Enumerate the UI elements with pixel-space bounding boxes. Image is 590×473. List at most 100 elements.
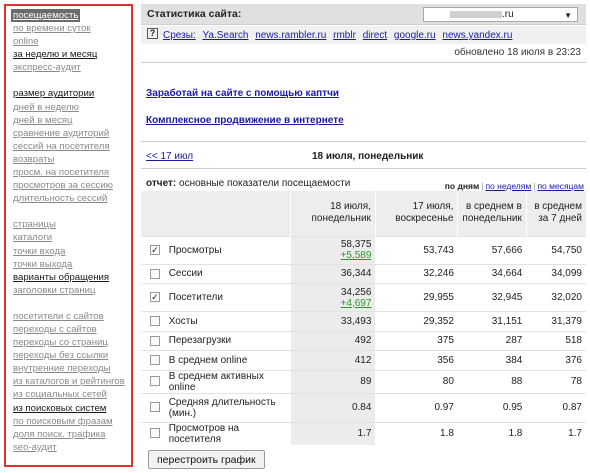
sidebar-item[interactable]: переходы со страниц [13, 336, 131, 349]
slice-link[interactable]: news.yandex.ru [442, 30, 512, 41]
sidebar-item[interactable]: из каталогов и рейтингов [13, 375, 131, 388]
row-checkbox[interactable] [149, 316, 160, 327]
row-checkbox[interactable] [149, 355, 160, 366]
sidebar-item[interactable]: точки входа [13, 245, 131, 258]
slice-link[interactable]: Ya.Search [202, 30, 248, 41]
sidebar-item[interactable]: просм. на посетителя [13, 166, 131, 179]
value-text: 88 [511, 376, 523, 387]
row-checkbox-cell: ✓ [141, 283, 165, 312]
help-icon[interactable]: ? [147, 28, 158, 39]
value-text: 54,750 [551, 244, 582, 256]
value-text: 0.84 [351, 402, 372, 413]
delta-link[interactable]: +5,589 [295, 250, 372, 261]
sidebar-item[interactable]: по поисковым фразам [13, 415, 131, 428]
sidebar-item[interactable]: из социальных сетей [13, 388, 131, 401]
sidebar-item[interactable]: посещаемость [11, 9, 81, 23]
sidebar-item[interactable]: за неделю и месяц [13, 48, 131, 61]
slices-bar: ? Срезы: Ya.Search news.rambler.ru rmblr… [141, 26, 586, 44]
report-label: отчет: [146, 178, 177, 189]
metric-name: Просмотры [164, 235, 291, 264]
value-text: 33,493 [340, 315, 372, 327]
metric-value: 287 [457, 330, 527, 351]
slices-list: Срезы: Ya.Search news.rambler.ru rmblr d… [163, 30, 516, 41]
value-text: 1.7 [357, 428, 372, 439]
sidebar-item[interactable]: страницы [13, 218, 131, 231]
metric-value: 36,344 [290, 263, 376, 284]
sidebar-item[interactable]: экспресс-аудит [13, 61, 131, 74]
chevron-down-icon[interactable]: ▼ [564, 9, 572, 22]
value-text: 29,955 [423, 292, 454, 303]
value-text: 31,379 [551, 315, 582, 327]
sidebar-item[interactable]: доля поиск. трафика [13, 428, 131, 441]
sidebar-item[interactable]: seo-аудит [13, 441, 131, 454]
sidebar-item[interactable]: сравнение аудиторий [13, 127, 131, 140]
metric-value: 1.8 [457, 421, 527, 445]
metric-name: Сессии [164, 263, 291, 284]
row-checkbox[interactable]: ✓ [149, 292, 160, 303]
row-checkbox-cell [141, 350, 165, 370]
sidebar-item[interactable]: из поисковых систем [13, 402, 131, 415]
sidebar-item[interactable]: варианты обращения [13, 271, 131, 284]
sidebar-item[interactable]: просмотров за сессию [13, 179, 131, 192]
table-row: В среднем online 412 356 384 376 [141, 350, 586, 370]
row-checkbox[interactable] [149, 268, 160, 279]
slice-link[interactable]: google.ru [394, 30, 436, 41]
metric-value: 492 [290, 330, 376, 351]
promo-link-captcha[interactable]: Заработай на сайте с помощью каптчи [146, 88, 339, 99]
sidebar-item[interactable]: внутренние переходы [13, 362, 131, 375]
slices-label[interactable]: Срезы: [163, 30, 196, 41]
sidebar-item[interactable]: дней в месяц [13, 114, 131, 127]
metric-value: 0.97 [375, 392, 458, 422]
value-text: 356 [437, 354, 454, 366]
sidebar-item[interactable]: размер аудитории [13, 87, 131, 100]
table-row: Перезагрузки 492 375 287 518 [141, 330, 586, 351]
table-row: Средняя длительность (мин.) 0.84 0.97 0.95 0… [141, 392, 586, 422]
row-checkbox[interactable] [149, 376, 160, 387]
row-checkbox[interactable] [149, 335, 160, 346]
sidebar-item[interactable]: посетители с сайтов [13, 310, 131, 323]
sidebar-item[interactable]: online [13, 35, 131, 48]
sidebar-item[interactable]: каталоги [13, 231, 131, 244]
row-checkbox[interactable]: ✓ [149, 244, 160, 255]
slice-link[interactable]: rmblr [333, 30, 356, 41]
sidebar-item[interactable]: сессий на посетителя [13, 140, 131, 153]
slice-link[interactable]: direct [363, 30, 387, 41]
metric-value: 0.87 [526, 392, 586, 422]
value-text: 518 [565, 335, 582, 347]
stats-table: 18 июля, понедельник 17 июля, воскресень… [141, 191, 586, 445]
prev-day-link[interactable]: << 17 июл [146, 151, 193, 162]
value-text: 57,666 [491, 244, 523, 256]
sidebar-item[interactable]: переходы без ссылки [13, 349, 131, 362]
value-text: 53,743 [423, 244, 454, 256]
row-checkbox-cell [141, 330, 165, 351]
row-checkbox-cell [141, 263, 165, 284]
row-checkbox[interactable] [149, 402, 160, 413]
sidebar-item[interactable]: возвраты [13, 153, 131, 166]
rebuild-chart-button[interactable]: перестроить график [148, 450, 265, 469]
table-row: ✓ Просмотры 58,375 +5,589 53,743 57,666 54,750 [141, 235, 586, 264]
divider [141, 141, 586, 142]
sidebar-item[interactable]: точки выхода [13, 258, 131, 271]
sidebar-item[interactable]: по времени суток [13, 22, 131, 35]
table-header-col: в среднем за 7 дней [525, 191, 586, 236]
metric-name: Хосты [164, 311, 291, 331]
period-months[interactable]: по месяцам [537, 181, 584, 191]
promo-link-promotion[interactable]: Комплексное продвижение в интернете [146, 115, 344, 126]
sidebar-item[interactable]: заголовки страниц [13, 284, 131, 297]
metric-value: 412 [290, 350, 376, 370]
site-select[interactable]: .ru ▼ [423, 7, 578, 22]
metric-value: 54,750 [526, 235, 586, 264]
sidebar-item[interactable]: переходы с сайтов [13, 323, 131, 336]
row-checkbox[interactable] [149, 428, 160, 439]
divider [141, 168, 586, 169]
value-text: 29,352 [423, 315, 454, 327]
metric-name: Перезагрузки [164, 330, 291, 351]
current-day: 18 июля, понедельник [312, 151, 424, 162]
metric-value: 375 [375, 330, 458, 351]
sidebar-item[interactable]: длительность сессий [13, 192, 131, 205]
sidebar-item[interactable]: дней в неделю [13, 101, 131, 114]
divider [141, 62, 586, 63]
period-weeks[interactable]: по неделям [485, 181, 531, 191]
slice-link[interactable]: news.rambler.ru [255, 30, 326, 41]
delta-link[interactable]: +4,697 [295, 298, 372, 309]
